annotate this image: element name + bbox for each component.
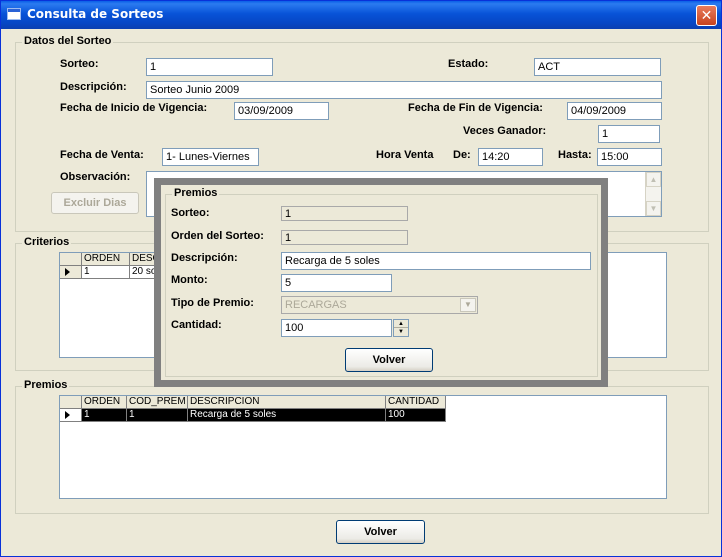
descripcion-label: Descripción:: [60, 81, 127, 93]
consulta-sorteos-window: Consulta de Sorteos ✕ Datos del Sorteo S…: [0, 0, 722, 557]
chevron-down-icon[interactable]: ▼: [460, 298, 476, 312]
premios-title: Premios: [22, 379, 70, 391]
row-pointer-icon: [60, 409, 82, 422]
premios-cell-descripcion[interactable]: Recarga de 5 soles: [188, 409, 386, 422]
title-bar[interactable]: Consulta de Sorteos ✕: [1, 1, 721, 29]
premios-dialog: Premios Sorteo: 1 Orden del Sorteo: 1 De…: [154, 178, 608, 387]
grid-corner: [60, 396, 82, 409]
inicio-vigencia-label: Fecha de Inicio de Vigencia:: [60, 102, 208, 114]
criterios-cell-orden[interactable]: 1: [82, 266, 130, 279]
fecha-venta-label: Fecha de Venta:: [60, 149, 144, 161]
premios-cell-cod-prem[interactable]: 1: [127, 409, 188, 422]
veces-ganador-label: Veces Ganador:: [463, 125, 547, 137]
premios-cell-orden[interactable]: 1: [82, 409, 127, 422]
cantidad-spinner[interactable]: ▲ ▼: [393, 319, 409, 337]
hora-hasta-field[interactable]: 15:00: [597, 148, 662, 166]
modal-monto-field[interactable]: 5: [281, 274, 392, 292]
grid-corner: [60, 253, 82, 266]
modal-cantidad-label: Cantidad:: [171, 319, 222, 331]
inicio-vigencia-field[interactable]: 03/09/2009: [234, 102, 329, 120]
observacion-label: Observación:: [60, 171, 131, 183]
fecha-venta-field[interactable]: 1- Lunes-Viernes: [162, 148, 259, 166]
descripcion-field[interactable]: Sorteo Junio 2009: [146, 81, 662, 99]
modal-orden-field[interactable]: 1: [281, 230, 408, 245]
criterios-title: Criterios: [22, 236, 72, 248]
estado-field[interactable]: ACT: [534, 58, 661, 76]
hora-de-field[interactable]: 14:20: [478, 148, 543, 166]
premios-dialog-title: Premios: [172, 187, 220, 199]
premios-dialog-body: Premios Sorteo: 1 Orden del Sorteo: 1 De…: [161, 185, 601, 380]
sorteo-field[interactable]: 1: [146, 58, 273, 76]
criterios-col-orden[interactable]: ORDEN: [82, 253, 130, 266]
datos-sorteo-title: Datos del Sorteo: [22, 35, 114, 47]
de-label: De:: [453, 149, 471, 161]
window-title: Consulta de Sorteos: [27, 7, 164, 21]
scroll-up-icon[interactable]: ▲: [646, 172, 661, 187]
spin-down-icon[interactable]: ▼: [394, 328, 408, 336]
modal-tipo-select[interactable]: RECARGAS ▼: [281, 296, 478, 314]
modal-sorteo-label: Sorteo:: [171, 207, 210, 219]
modal-descripcion-field[interactable]: Recarga de 5 soles: [281, 252, 591, 270]
modal-orden-label: Orden del Sorteo:: [171, 230, 264, 242]
hasta-label: Hasta:: [558, 149, 592, 161]
fin-vigencia-label: Fecha de Fin de Vigencia:: [408, 102, 543, 114]
premios-col-cod-prem[interactable]: COD_PREM: [127, 396, 188, 409]
premios-cell-cantidad[interactable]: 100: [386, 409, 446, 422]
sorteo-label: Sorteo:: [60, 58, 99, 70]
modal-cantidad-field[interactable]: 100: [281, 319, 392, 337]
volver-button[interactable]: Volver: [336, 520, 425, 544]
scroll-down-icon[interactable]: ▼: [646, 201, 661, 216]
hora-venta-label: Hora Venta: [376, 149, 434, 161]
fin-vigencia-field[interactable]: 04/09/2009: [567, 102, 662, 120]
observacion-scrollbar[interactable]: ▲ ▼: [645, 172, 661, 216]
estado-label: Estado:: [448, 58, 489, 70]
modal-tipo-label: Tipo de Premio:: [171, 297, 254, 309]
premios-grid[interactable]: ORDEN COD_PREM DESCRIPCION CANTIDAD 1 1 …: [59, 395, 667, 499]
spin-up-icon[interactable]: ▲: [394, 320, 408, 328]
modal-tipo-value: RECARGAS: [285, 299, 347, 311]
close-button[interactable]: ✕: [696, 5, 717, 26]
excluir-dias-button[interactable]: Excluir Dias: [51, 192, 139, 214]
premios-col-descripcion[interactable]: DESCRIPCION: [188, 396, 386, 409]
window-icon: [7, 8, 21, 20]
modal-volver-button[interactable]: Volver: [345, 348, 433, 372]
veces-ganador-field[interactable]: 1: [598, 125, 660, 143]
row-pointer-icon: [60, 266, 82, 279]
modal-monto-label: Monto:: [171, 274, 208, 286]
premios-col-orden[interactable]: ORDEN: [82, 396, 127, 409]
premios-col-cantidad[interactable]: CANTIDAD: [386, 396, 446, 409]
modal-sorteo-field[interactable]: 1: [281, 206, 408, 221]
modal-descripcion-label: Descripción:: [171, 252, 238, 264]
